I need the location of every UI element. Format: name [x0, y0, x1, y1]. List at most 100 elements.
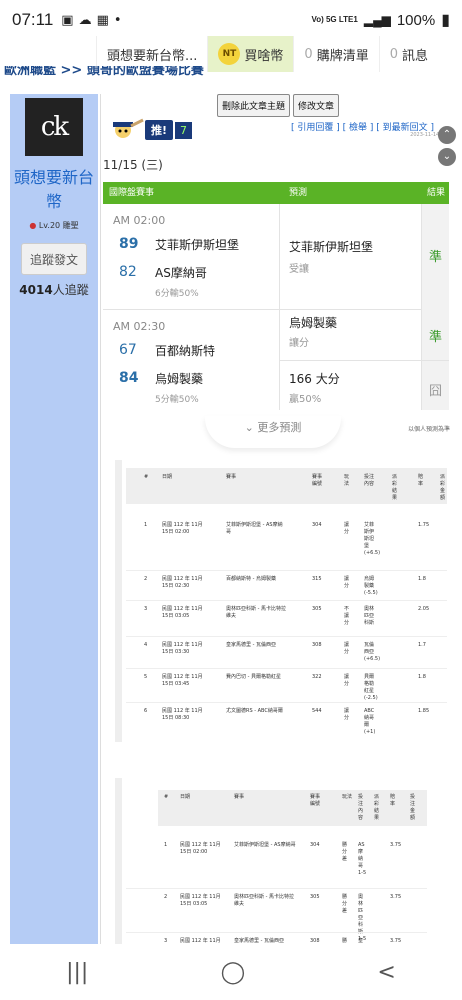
status-bar: 07:11 ▣ ☁ ▦ • Vo) 5G LTE1 ▂▄▆ 100% ▮: [0, 0, 462, 40]
table-cell: 民國 112 年 11月 15日 03:05: [180, 894, 221, 907]
table-cell: 1.8: [418, 576, 426, 582]
prediction-row: AM 02:00 89 艾菲斯伊斯坦堡 82 AS摩納哥 6分輸50% 艾菲斯伊…: [103, 204, 449, 310]
table-cell: 讓 分: [344, 674, 350, 687]
column-header: 派 彩 結 果: [374, 794, 380, 821]
bet-slip-image-1: # 日期 賽事 賽事 編號 玩 法 投注 內容 派 彩 結 果 賠 率 派 彩 金 額 1 民國 1…: [115, 460, 447, 742]
back-icon[interactable]: <: [377, 960, 395, 985]
column-header: 投注 內容: [364, 474, 375, 487]
spread: 5分輸50%: [155, 395, 199, 405]
follow-button[interactable]: 追蹤發文: [21, 243, 87, 275]
avatar[interactable]: ck: [25, 98, 83, 156]
column-header: 賠 率: [418, 474, 424, 487]
coin-icon: NT: [218, 43, 241, 65]
table-cell: 不 讓 分: [344, 606, 350, 626]
post-date: 11/15 (三): [103, 158, 163, 172]
home-icon[interactable]: ◯: [221, 960, 246, 985]
dot-icon: •: [113, 12, 122, 28]
bet-table-header: [126, 468, 447, 504]
table-cell: 烏姆 製藥 (-5.5): [364, 576, 378, 596]
post-actions: 刪除此文章主題 修改文章: [217, 94, 340, 117]
bet-table-header: [158, 790, 427, 826]
breadcrumb[interactable]: 歐洲職籃 >> 頭哥的歐盟賽場比賽: [4, 66, 462, 78]
column-header: 賽事: [226, 474, 237, 480]
table-cell: 322: [312, 674, 322, 680]
more-predictions-button[interactable]: ⌄ 更多預測: [205, 416, 341, 448]
pick-type: 受讓: [289, 264, 309, 275]
table-cell: 304: [310, 842, 320, 848]
follower-number: 4014: [19, 283, 53, 297]
delete-topic-button[interactable]: 刪除此文章主題: [217, 94, 291, 117]
prediction-note: 以個人預測為準: [407, 426, 450, 433]
game-time: AM 02:30: [113, 320, 166, 333]
user-level: ● Lv.20 雕聖: [10, 220, 98, 231]
column-header: 日期: [180, 794, 191, 800]
recent-apps-icon[interactable]: |||: [66, 960, 88, 985]
column-header: 派 彩 結 果: [392, 474, 398, 501]
edit-post-button[interactable]: 修改文章: [293, 94, 340, 117]
table-cell: 奧林匹亞科斯 - 馬卡比特拉 維夫: [234, 894, 294, 907]
row-divider: [126, 702, 447, 703]
table-cell: 304: [312, 522, 322, 528]
battery-icon: ▮: [441, 12, 450, 29]
table-cell: 奧林匹亞科斯 - 馬卡比特拉 維夫: [226, 606, 286, 619]
table-cell: 1.7: [418, 642, 426, 648]
scroll-down-icon[interactable]: ⌄: [438, 148, 456, 166]
pick: 166 大分: [289, 372, 340, 386]
pick: 艾菲斯伊斯坦堡: [289, 240, 374, 254]
push-label: 推!: [145, 120, 174, 140]
message-count: 0: [389, 46, 398, 62]
column-header: 玩法: [342, 794, 353, 800]
author-sidebar: ck 頭想要新台幣 ● Lv.20 雕聖 追蹤發文 4014人追蹤: [10, 94, 98, 944]
post-content: 刪除此文章主題 修改文章 [ 引用回覆 ] [ 檢舉 ] [ 到最新回文 ] 2…: [100, 94, 456, 944]
team-name: 烏姆製藥: [155, 372, 204, 386]
row-divider: [126, 636, 447, 637]
column-header: 投 注 內 容: [358, 794, 364, 821]
row-divider: [126, 570, 447, 571]
table-cell: 315: [312, 576, 322, 582]
tab-label: 頭想要新台幣...: [107, 48, 198, 64]
push-badge[interactable]: 推! 7: [109, 118, 193, 142]
column-header: 賽事: [234, 794, 245, 800]
column-header: 派 彩 金 額: [440, 474, 446, 501]
push-count: 7: [175, 121, 193, 139]
column-header: #: [144, 474, 149, 480]
row-divider: [126, 888, 427, 889]
table-cell: 民國 112 年 11月 15日 02:30: [162, 576, 203, 589]
table-cell: 奧林 匹亞 科斯: [364, 606, 375, 626]
cloud-icon: ☁: [78, 12, 92, 28]
table-cell: AS 摩 納 哥 1-5: [358, 842, 367, 876]
follower-suffix: 人追蹤: [52, 283, 89, 297]
cart-count: 0: [304, 46, 313, 62]
result: 準: [429, 250, 443, 265]
row-divider: [126, 600, 447, 601]
table-cell: 費內巴切 - 貝爾格勒紅星: [226, 674, 281, 680]
calendar-icon: ▦: [96, 12, 109, 28]
username[interactable]: 頭想要新台幣: [10, 166, 98, 214]
quote-link[interactable]: [ 引用回覆 ]: [291, 123, 340, 133]
team-number: 67: [119, 342, 137, 358]
table-cell: 305: [312, 606, 322, 612]
column-header: 賽事 編號: [310, 794, 321, 807]
scroll-up-icon[interactable]: ⌃: [438, 126, 456, 144]
table-cell: 1: [144, 522, 148, 528]
bet-slip-image-2: # 日期 賽事 賽事 編號 玩法投 注 內 容 派 彩 結 果 賠 率 投 注 金 額 1 民國 …: [115, 778, 427, 944]
table-cell: 5: [144, 674, 148, 680]
table-cell: 民國 112 年 11月 15日 08:30: [162, 708, 203, 721]
column-header: 賽事 編號: [312, 474, 323, 487]
pick-type: 贏50%: [289, 394, 322, 405]
table-cell: 民國 112 年 11月 15日 03:45: [162, 674, 203, 687]
medal-icon: ●: [29, 221, 37, 230]
table-cell: 3.75: [390, 842, 402, 848]
table-cell: 艾菲 斯伊 斯坦 堡 (+6.5): [364, 522, 381, 556]
more-label: 更多預測: [257, 421, 302, 434]
header-predict: 預測: [289, 188, 308, 198]
table-cell: 1.75: [418, 522, 430, 528]
table-cell: 2: [164, 894, 168, 900]
report-link[interactable]: [ 檢舉 ]: [343, 123, 374, 133]
battery-level: 100%: [396, 11, 436, 29]
table-cell: 544: [312, 708, 322, 714]
table-cell: 4: [144, 642, 148, 648]
level-label: Lv.20 雕聖: [38, 221, 79, 230]
table-cell: 讓 分: [344, 522, 350, 535]
header-result: 結果: [427, 188, 446, 198]
